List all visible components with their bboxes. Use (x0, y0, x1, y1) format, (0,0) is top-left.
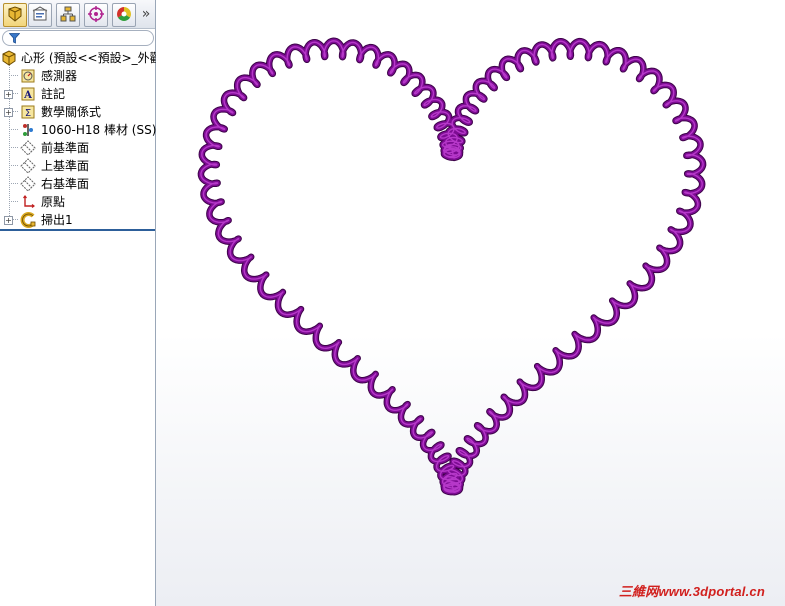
svg-text:Σ: Σ (25, 108, 31, 119)
configuration-manager-icon (60, 6, 76, 25)
tab-property-manager[interactable] (28, 3, 52, 27)
tree-item-label: 掃出1 (41, 213, 73, 227)
tree-item-label: 右基準面 (41, 177, 90, 191)
property-manager-icon (32, 5, 48, 25)
heart-coil-model[interactable] (156, 0, 785, 606)
filter-icon (8, 33, 21, 47)
tree-item-top-plane[interactable]: 上基準面 (0, 157, 155, 175)
tree-item-label: 感測器 (41, 69, 78, 83)
feature-tree-icon (7, 5, 23, 25)
tree-item-sensors[interactable]: 感測器 (0, 67, 155, 85)
tree-item-label: 1060-H18 棒材 (SS) (41, 123, 157, 137)
tab-display-manager[interactable] (112, 3, 136, 27)
tree-item-equations[interactable]: + Σ 數學關係式 (0, 103, 155, 121)
tree-item-label: 原點 (41, 195, 66, 209)
tree-root-label: 心形 (預設<<預設>_外觀 (21, 51, 162, 65)
tree-item-label: 前基準面 (41, 141, 90, 155)
expand-toggle[interactable]: + (4, 216, 13, 225)
feature-manager-panel: » 心形 (預設<<預設>_外觀 感測器 + A 註記 + Σ 數學關係式 10… (0, 0, 162, 606)
tree-item-front-plane[interactable]: 前基準面 (0, 139, 155, 157)
tree-root-part[interactable]: 心形 (預設<<預設>_外觀 (0, 49, 162, 67)
origin-icon (20, 194, 36, 210)
equation-icon: Σ (20, 104, 36, 120)
coil-highlight (200, 40, 704, 493)
expand-toggle[interactable]: + (4, 108, 13, 117)
expand-toggle[interactable]: + (4, 90, 13, 99)
filter-input[interactable] (2, 30, 154, 46)
tree-divider[interactable] (0, 229, 155, 231)
tree-item-label: 數學關係式 (41, 105, 102, 119)
sensor-icon (20, 68, 36, 84)
filter-bar (0, 29, 155, 47)
watermark: 三維网www.3dportal.cn (618, 584, 765, 599)
tree-item-label: 上基準面 (41, 159, 90, 173)
tree-item-material[interactable]: 1060-H18 棒材 (SS) (0, 121, 157, 139)
manager-tab-bar: » (0, 0, 155, 29)
tree-item-label: 註記 (41, 87, 66, 101)
crosshair-icon (88, 5, 104, 25)
tab-dimxpert-manager[interactable] (84, 3, 108, 27)
graphics-area[interactable]: 三維网www.3dportal.cn (156, 0, 785, 606)
sweep-icon (20, 212, 36, 228)
coil-shadow (197, 37, 707, 496)
tree-item-sweep[interactable]: + 掃出1 (0, 211, 155, 229)
material-icon (20, 122, 36, 138)
svg-text:A: A (23, 90, 32, 101)
tree-item-origin[interactable]: 原點 (0, 193, 155, 211)
plane-icon (20, 176, 36, 192)
tab-configuration-manager[interactable] (56, 3, 80, 27)
coil-body (198, 38, 706, 495)
annotation-icon: A (20, 86, 36, 102)
part-icon (1, 50, 17, 66)
plane-icon (20, 140, 36, 156)
tree-item-right-plane[interactable]: 右基準面 (0, 175, 155, 193)
more-tabs-button[interactable]: » (138, 4, 154, 24)
tree-item-annotations[interactable]: + A 註記 (0, 85, 155, 103)
tab-feature-manager[interactable] (3, 3, 27, 27)
plane-icon (20, 158, 36, 174)
color-wheel-icon (116, 6, 132, 25)
